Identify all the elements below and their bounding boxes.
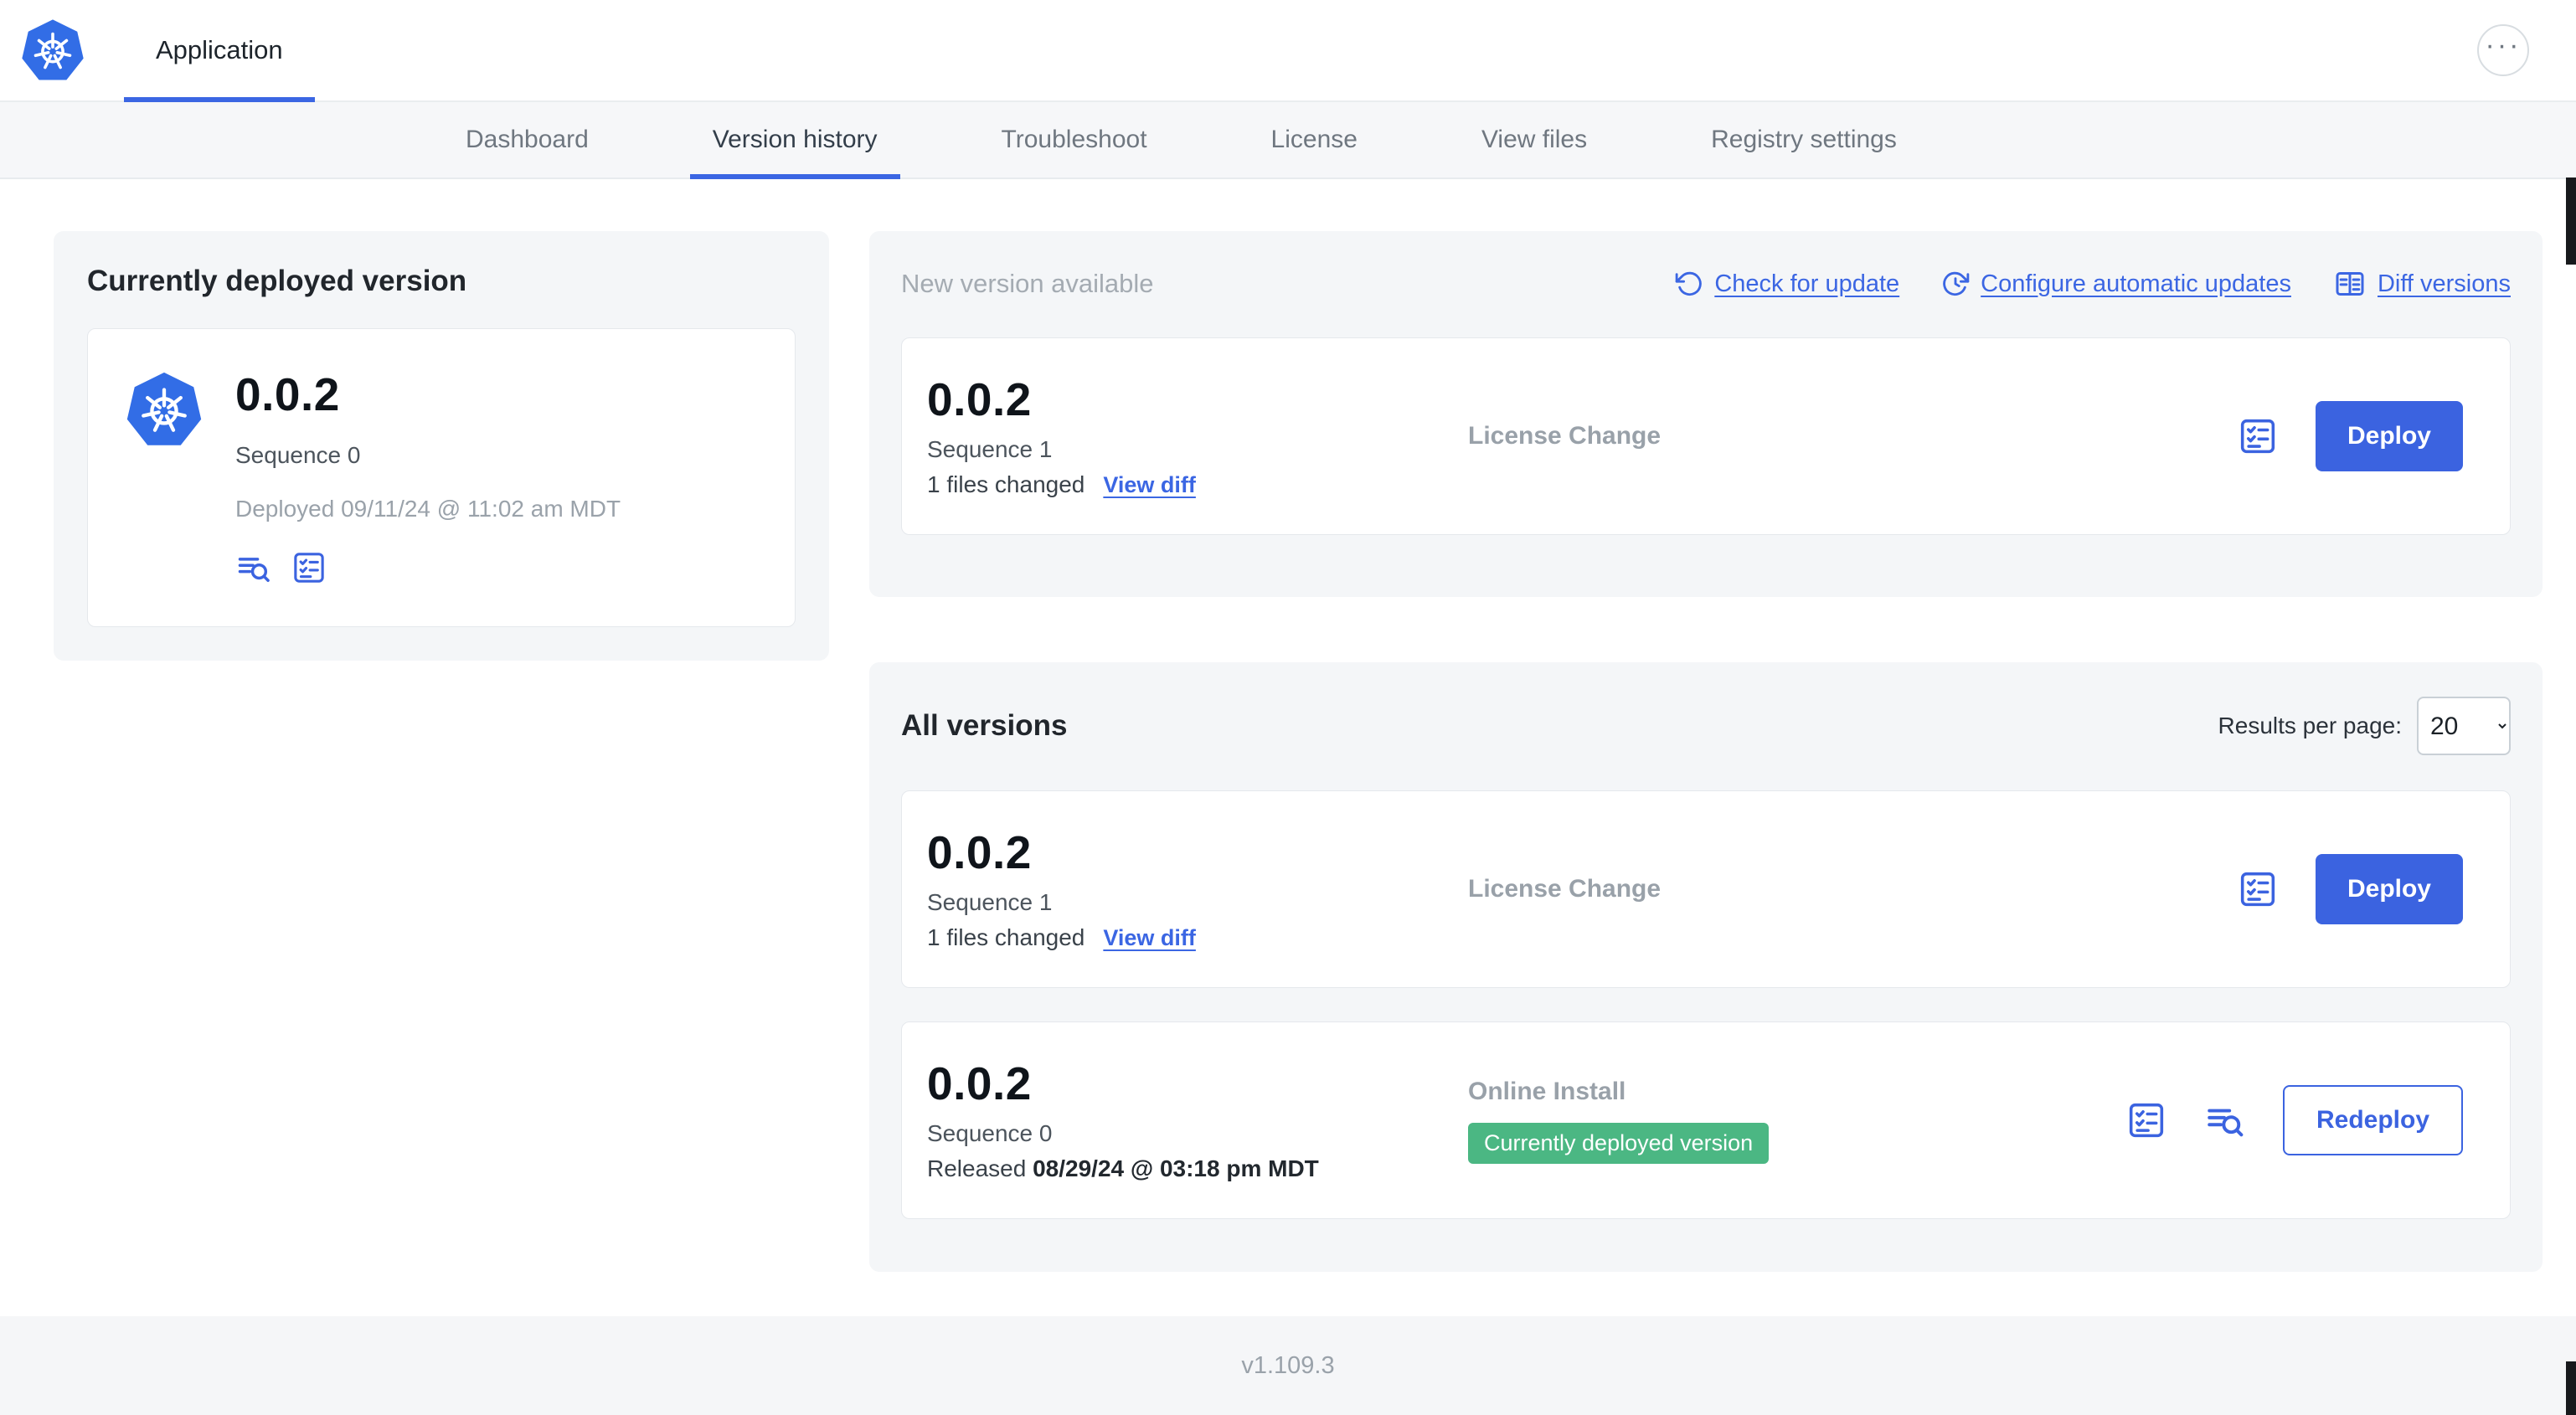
source-label: License Change [1468,422,1662,450]
new-version-title: New version available [901,269,1154,298]
files-changed-label: 1 files changed [927,471,1085,498]
results-per-page-select[interactable]: 20 [2417,697,2511,755]
view-logs-icon[interactable] [2204,1099,2246,1141]
version-info: 0.0.2 Sequence 0 Released 08/29/24 @ 03:… [927,1058,1468,1183]
results-per-page-label: Results per page: [2218,713,2402,738]
files-changed-line: 1 files changed View diff [927,471,1468,498]
tab-version-history[interactable]: Version history [689,102,900,179]
tab-application[interactable]: Application [124,0,315,102]
source-label: License Change [1468,875,1662,903]
diff-versions-label: Diff versions [2377,270,2511,297]
admin-console-version: v1.109.3 [1241,1351,1335,1379]
tab-dashboard[interactable]: Dashboard [443,102,611,178]
version-actions: Check for update Configure automatic upd… [1675,267,2511,301]
tab-view-files[interactable]: View files [1459,102,1610,178]
right-column: New version available Check for update C… [869,231,2543,1272]
schedule-icon [1941,270,1970,298]
configure-automatic-updates-label: Configure automatic updates [1981,270,2291,297]
tab-application-label: Application [156,35,283,64]
version-row: 0.0.2 Sequence 1 1 files changed View di… [901,790,2511,988]
version-row: 0.0.2 Sequence 0 Released 08/29/24 @ 03:… [901,1021,2511,1219]
version-sequence: Sequence 1 [927,889,1053,916]
footer: v1.109.3 [0,1316,2576,1415]
version-info: 0.0.2 Sequence 1 1 files changed View di… [927,374,1468,499]
release-notes-icon[interactable] [2125,1099,2167,1141]
version-row-actions: Deploy [2237,854,2463,924]
release-notes-icon[interactable] [2237,868,2279,910]
version-sequence: Sequence 0 [927,1120,1053,1147]
diff-icon [2333,267,2367,301]
scrollbar-thumb[interactable] [2566,1361,2576,1415]
tab-license[interactable]: License [1249,102,1380,178]
tab-troubleshoot[interactable]: Troubleshoot [979,102,1170,178]
version-sequence: Sequence 1 [927,436,1053,463]
kots-admin-screen: Application ··· Dashboard Version histor… [0,0,2576,1415]
new-version-header: New version available Check for update C… [901,267,2511,301]
all-versions-title: All versions [901,709,1068,742]
source-label: Online Install [1468,1077,1626,1105]
view-diff-link[interactable]: View diff [1103,472,1196,498]
currently-deployed-title: Currently deployed version [87,265,467,297]
version-source: License Change [1468,422,2237,450]
version-rows: 0.0.2 Sequence 1 1 files changed View di… [901,790,2511,1219]
new-version-card: 0.0.2 Sequence 1 1 files changed View di… [901,337,2511,535]
deployed-timestamp: Deployed 09/11/24 @ 11:02 am MDT [235,495,621,522]
files-changed-label: 1 files changed [927,924,1085,951]
version-number: 0.0.2 [927,1057,1032,1109]
version-row-actions: Deploy [2237,401,2463,471]
version-number: 0.0.2 [927,373,1032,425]
view-diff-link[interactable]: View diff [1103,925,1196,951]
release-notes-icon[interactable] [2237,415,2279,457]
release-notes-icon[interactable] [291,549,327,586]
all-versions-panel: All versions Results per page: 20 0.0.2 … [869,662,2543,1272]
deploy-button[interactable]: Deploy [2315,401,2463,471]
released-line: Released 08/29/24 @ 03:18 pm MDT [927,1155,1468,1182]
refresh-icon [1675,270,1703,298]
kubernetes-logo-icon [20,17,85,84]
main-content: Currently deployed version 0.0.2 Sequenc… [0,179,2576,1272]
deployed-version-card: 0.0.2 Sequence 0 Deployed 09/11/24 @ 11:… [87,328,796,627]
all-versions-header: All versions Results per page: 20 [901,696,2511,756]
check-for-update-link[interactable]: Check for update [1675,270,1899,298]
deployed-version-number: 0.0.2 [235,368,340,420]
results-per-page: Results per page: 20 [2218,697,2511,755]
deployed-actions [235,549,621,586]
view-logs-icon[interactable] [235,549,272,586]
top-header: Application ··· [0,0,2576,102]
version-info: 0.0.2 Sequence 1 1 files changed View di… [927,827,1468,952]
new-version-panel: New version available Check for update C… [869,231,2543,597]
app-subnav: Dashboard Version history Troubleshoot L… [0,102,2576,179]
check-for-update-label: Check for update [1714,270,1900,297]
configure-automatic-updates-link[interactable]: Configure automatic updates [1941,270,2291,298]
released-prefix: Released [927,1155,1033,1182]
more-options-button[interactable]: ··· [2477,24,2529,76]
currently-deployed-badge: Currently deployed version [1468,1122,1770,1164]
redeploy-button[interactable]: Redeploy [2282,1085,2463,1155]
application-icon [125,369,204,450]
version-row-actions: Redeploy [2125,1085,2463,1155]
diff-versions-link[interactable]: Diff versions [2333,267,2511,301]
currently-deployed-panel: Currently deployed version 0.0.2 Sequenc… [54,231,829,661]
version-source: License Change [1468,875,2237,903]
version-number: 0.0.2 [927,826,1032,878]
released-date: 08/29/24 @ 03:18 pm MDT [1033,1155,1319,1182]
deployed-sequence: Sequence 0 [235,441,361,468]
deployed-version-info: 0.0.2 Sequence 0 Deployed 09/11/24 @ 11:… [235,369,621,586]
files-changed-line: 1 files changed View diff [927,924,1468,951]
tab-registry-settings[interactable]: Registry settings [1688,102,1919,178]
scrollbar-thumb[interactable] [2566,178,2576,265]
version-source: Online Install Currently deployed versio… [1468,1078,2125,1164]
deploy-button[interactable]: Deploy [2315,854,2463,924]
